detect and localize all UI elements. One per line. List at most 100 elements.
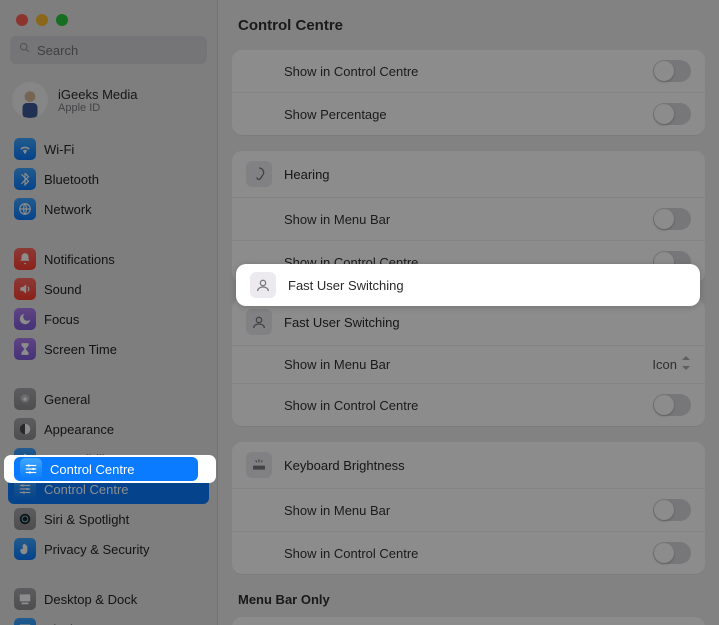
moon-icon [14,308,36,330]
sidebar-item-label: Siri & Spotlight [44,512,129,527]
sidebar-item-privacy-security[interactable]: Privacy & Security [8,534,209,564]
hourglass-icon [14,338,36,360]
sidebar-item-label: Sound [44,282,82,297]
keyboard-brightness-section: Keyboard Brightness Show in Menu Bar Sho… [232,442,705,574]
sidebar-item-label: Appearance [44,422,114,437]
toggle[interactable] [653,499,691,521]
page-title: Control Centre [218,0,719,50]
accessibility-icon [14,448,36,470]
search-icon [18,41,31,59]
sidebar-item-label: Privacy & Security [44,542,149,557]
sidebar-item-control-centre[interactable]: Control Centre [8,474,209,504]
sidebar-item-label: Control Centre [44,482,129,497]
bluetooth-icon [14,168,36,190]
hearing-section: Hearing Show in Menu Bar Show in Control… [232,151,705,283]
toggle[interactable] [653,394,691,416]
row-label: Show in Control Centre [284,255,418,270]
display-icon [14,618,36,625]
sidebar-item-appearance[interactable]: Appearance [8,414,209,444]
account-sub: Apple ID [58,102,137,114]
battery-show-percentage: Show Percentage [232,92,705,135]
hearing-cc: Show in Control Centre [232,240,705,283]
row-label: Show Percentage [284,107,387,122]
sidebar-item-network[interactable]: Network [8,194,209,224]
sidebar-item-bluetooth[interactable]: Bluetooth [8,164,209,194]
section-title: Hearing [284,167,330,182]
battery-section: Show in Control Centre Show Percentage [232,50,705,135]
fus-cc: Show in Control Centre [232,383,705,426]
sidebar-item-label: Accessibility [44,452,115,467]
sidebar-item-focus[interactable]: Focus [8,304,209,334]
user-switch-icon [246,309,272,335]
battery-show-cc: Show in Control Centre [232,50,705,92]
sidebar-item-label: General [44,392,90,407]
sidebar-item-label: Notifications [44,252,115,267]
toggle[interactable] [653,542,691,564]
sidebar: iGeeks Media Apple ID Wi-Fi Bluetooth Netw… [0,0,218,625]
account-name: iGeeks Media [58,87,137,102]
content-scroll[interactable]: Show in Control Centre Show Percentage H… [218,50,719,625]
window-controls [0,0,217,36]
toggle[interactable] [653,103,691,125]
gear-icon [14,388,36,410]
row-label: Show in Control Centre [284,64,418,79]
maximize-icon[interactable] [56,14,68,26]
toggle[interactable] [653,208,691,230]
kb-cc: Show in Control Centre [232,531,705,574]
row-label: Show in Menu Bar [284,503,390,518]
sidebar-item-accessibility[interactable]: Accessibility [8,444,209,474]
sidebar-item-sound[interactable]: Sound [8,274,209,304]
sidebar-item-wi-fi[interactable]: Wi-Fi [8,134,209,164]
toggle[interactable] [653,251,691,273]
menu-bar-only-heading: Menu Bar Only [232,590,705,617]
section-title: Keyboard Brightness [284,458,405,473]
sidebar-item-screen-time[interactable]: Screen Time [8,334,209,364]
section-title: Fast User Switching [284,315,400,330]
sliders-icon [14,478,36,500]
search-input[interactable] [37,43,199,58]
close-icon[interactable] [16,14,28,26]
bell-icon [14,248,36,270]
hearing-icon [246,161,272,187]
sidebar-item-label: Screen Time [44,342,117,357]
settings-window: iGeeks Media Apple ID Wi-Fi Bluetooth Netw… [0,0,719,625]
sidebar-item-siri-spotlight[interactable]: Siri & Spotlight [8,504,209,534]
sidebar-scroll[interactable]: iGeeks Media Apple ID Wi-Fi Bluetooth Netw… [0,70,217,625]
sidebar-item-notifications[interactable]: Notifications [8,244,209,274]
sidebar-item-desktop-dock[interactable]: Desktop & Dock [8,584,209,614]
siri-icon [14,508,36,530]
row-label: Show in Menu Bar [284,212,390,227]
content-pane: Control Centre Show in Control Centre Sh… [218,0,719,625]
row-label: Show in Control Centre [284,398,418,413]
sidebar-item-label: Bluetooth [44,172,99,187]
keyboard-brightness-icon [246,452,272,478]
avatar [12,82,48,118]
fus-menubar: Show in Menu Bar Icon [232,345,705,383]
sidebar-item-label: Wi-Fi [44,142,74,157]
row-label: Show in Control Centre [284,546,418,561]
network-icon [14,198,36,220]
popup-menubar-style[interactable]: Icon [652,356,691,373]
popup-value: Icon [652,357,677,372]
kb-menubar: Show in Menu Bar [232,488,705,531]
toggle[interactable] [653,60,691,82]
sidebar-item-label: Network [44,202,92,217]
dock-icon [14,588,36,610]
chevron-updown-icon [681,356,691,373]
sidebar-item-general[interactable]: General [8,384,209,414]
sound-icon [14,278,36,300]
sidebar-item-label: Desktop & Dock [44,592,137,607]
appearance-icon [14,418,36,440]
sidebar-item-label: Focus [44,312,79,327]
hearing-menubar: Show in Menu Bar [232,197,705,240]
clock-section: Clock Clock Options… [232,617,705,625]
wifi-icon [14,138,36,160]
fast-user-switching-section: Fast User Switching Show in Menu Bar Ico… [232,299,705,426]
apple-id-account[interactable]: iGeeks Media Apple ID [0,76,217,130]
minimize-icon[interactable] [36,14,48,26]
row-label: Show in Menu Bar [284,357,390,372]
hand-icon [14,538,36,560]
sidebar-item-label: Displays [44,622,93,625]
search-field[interactable] [10,36,207,64]
sidebar-item-displays[interactable]: Displays [8,614,209,625]
